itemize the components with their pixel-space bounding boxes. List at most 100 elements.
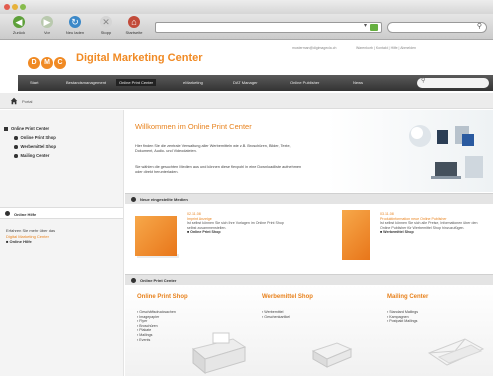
printer-illustration — [191, 332, 247, 375]
window-titlebar — [0, 0, 493, 14]
opc-col-print-shop-title[interactable]: Online Print Shop — [137, 294, 188, 300]
sidebar-item-mailing-center[interactable]: Mailing Center — [4, 153, 56, 162]
back-button[interactable]: ◀ Zurück — [6, 16, 32, 38]
main-navigation: Start Bestandsmanagement Online Print Ce… — [18, 75, 493, 91]
nav-item-online-print-center[interactable]: Online Print Center — [116, 79, 157, 86]
opc-col-mailing-title[interactable]: Mailing Center — [387, 294, 428, 300]
online-help-header: Online Hilfe — [0, 207, 123, 219]
opc-columns: Online Print Shop Geschäftsdrucksachen I… — [125, 285, 493, 376]
opc-header: Online Print Center — [125, 274, 493, 285]
new-media-title: Neue eingestellte Medien — [140, 197, 188, 202]
home-label: Startseite — [125, 30, 143, 35]
opc-col-werbemittel-title[interactable]: Werbemittel Shop — [262, 294, 313, 300]
browser-toolbar: ◀ Zurück ▶ Vor ↻ Neu laden ✕ Stopp ⌂ Sta… — [0, 14, 493, 40]
welcome-paragraph-2: Sie wählen die gesuchten Medien aus und … — [135, 165, 302, 174]
product-link[interactable]: ■ Online Print Shop — [187, 230, 287, 235]
usb-stick-illustration — [311, 342, 353, 368]
product-link-label: Werbemittel Shop — [383, 230, 414, 235]
refresh-label: Neu laden — [65, 30, 85, 35]
round-bullet-icon — [14, 145, 18, 149]
home-button[interactable]: ⌂ Startseite — [121, 16, 147, 38]
sidebar-item-online-print-shop[interactable]: Online Print Shop — [4, 135, 56, 144]
product-item-2: 03.11.08 Produktinformation neue Online … — [380, 212, 488, 235]
refresh-button[interactable]: ↻ Neu laden — [62, 16, 88, 38]
back-arrow-icon: ◀ — [13, 16, 25, 28]
opc-col-werbemittel-list: Werbemittel Geschenkartikel — [262, 310, 290, 319]
list-item[interactable]: Events — [137, 338, 176, 343]
opc-col-print-shop-list: Geschäftsdrucksachen Imagepapier Flyer B… — [137, 310, 176, 342]
online-help-body: Erfahren Sie mehr über das Digital Marke… — [6, 228, 55, 245]
list-item[interactable]: Standard Mailings — [387, 310, 418, 315]
welcome-title: Willkommen im Online Print Center — [135, 122, 252, 131]
sidebar-item-online-print-center[interactable]: Online Print Center — [4, 126, 56, 135]
refresh-icon: ↻ — [69, 16, 81, 28]
logo-text: Digital Marketing Center — [76, 52, 203, 64]
opc-col-mailing-list: Standard Mailings Kampagnen Postpakt Mai… — [387, 310, 418, 324]
search-icon: ⚲ — [476, 23, 482, 30]
sidebar-item-label: Online Print Shop — [20, 135, 56, 140]
site-header: DMC Digital Marketing Center musterman@d… — [0, 41, 493, 74]
breadcrumb: Portal — [0, 93, 493, 109]
logo-letter-c: C — [54, 57, 66, 69]
sidebar-item-label: Mailing Center — [20, 153, 50, 158]
stop-button[interactable]: ✕ Stopp — [93, 16, 119, 38]
search-icon: ⚲ — [421, 78, 426, 84]
opc-title: Online Print Center — [140, 278, 177, 283]
user-email: musterman@digimagecla.ch — [292, 46, 337, 50]
devices-illustration — [409, 125, 483, 179]
sidebar-item-label: Online Print Center — [11, 126, 50, 131]
logo-letter-m: M — [41, 57, 53, 69]
welcome-paragraph-1: Hier finden Sie die zentrale Verwaltung … — [135, 144, 291, 153]
nav-item-dat-manager[interactable]: DAT Manager — [233, 80, 258, 85]
product-thumbnail-2[interactable] — [342, 210, 370, 260]
forward-arrow-icon: ▶ — [41, 16, 53, 28]
url-input[interactable]: ▾ — [155, 22, 382, 33]
dropdown-icon[interactable]: ▾ — [364, 22, 367, 29]
nav-item-bestandsmanagement[interactable]: Bestandsmanagement — [66, 80, 106, 85]
nav-item-start[interactable]: Start — [30, 80, 38, 85]
list-item[interactable]: Geschäftsdrucksachen — [137, 310, 176, 315]
stop-label: Stopp — [100, 30, 112, 35]
welcome-panel: Willkommen im Online Print Center Hier f… — [125, 110, 493, 192]
online-help-more-link[interactable]: ■ Online Hilfe — [6, 239, 55, 245]
sidebar-item-werbemittel-shop[interactable]: Werbemittel Shop — [4, 144, 56, 153]
product-item-1: 02.11.08 Imprint Anzeige Ist selbst könn… — [187, 212, 287, 235]
sidebar-item-label: Werbemittel Shop — [20, 144, 57, 149]
product-desc: Ist selbst können Sie sich Ihre Vorlagen… — [187, 221, 284, 230]
site-search-input[interactable]: ⚲ — [417, 78, 489, 88]
nav-item-news[interactable]: News — [353, 80, 363, 85]
close-window-icon[interactable] — [4, 4, 10, 10]
back-label: Zurück — [12, 30, 26, 35]
header-links[interactable]: Warenkorb | Kontakt | Hilfe | Abmelden — [356, 46, 416, 50]
forward-button[interactable]: ▶ Vor — [34, 16, 60, 38]
logo[interactable]: DMC — [28, 51, 67, 69]
section-icon — [131, 197, 136, 202]
product-link[interactable]: ■ Werbemittel Shop — [380, 230, 488, 235]
go-icon[interactable] — [370, 24, 378, 31]
minimize-window-icon[interactable] — [12, 4, 18, 10]
sidebar-tree: Online Print Center Online Print Shop We… — [4, 126, 56, 162]
list-item[interactable]: Geschenkartikel — [262, 315, 290, 320]
new-media-panel: 02.11.08 Imprint Anzeige Ist selbst könn… — [125, 204, 493, 272]
browser-search-input[interactable]: ⚲ — [387, 22, 487, 33]
zoom-window-icon[interactable] — [20, 4, 26, 10]
online-help-text: Erfahren Sie mehr über das — [6, 228, 56, 233]
section-icon — [131, 278, 136, 283]
envelope-illustration — [427, 338, 485, 366]
list-item[interactable]: Postpakt Mailings — [387, 319, 418, 324]
logo-letter-d: D — [28, 57, 40, 69]
nav-item-emarketing[interactable]: eMarketing — [183, 80, 203, 85]
online-help-title: Online Hilfe — [14, 212, 37, 217]
stop-icon: ✕ — [100, 16, 112, 28]
product-desc: Ist selbst können Sie sich alle Preise, … — [380, 221, 478, 230]
round-bullet-icon — [14, 136, 18, 140]
product-thumbnail-1[interactable] — [135, 216, 177, 256]
new-media-header: Neue eingestellte Medien — [125, 193, 493, 204]
home-icon[interactable] — [10, 97, 18, 105]
square-bullet-icon — [4, 126, 8, 131]
breadcrumb-portal[interactable]: Portal — [22, 99, 32, 104]
product-link-label: Online Print Shop — [190, 230, 221, 235]
sidebar: Online Print Center Online Print Shop We… — [0, 110, 124, 376]
nav-item-online-publisher[interactable]: Online Publisher — [290, 80, 319, 85]
help-icon — [5, 211, 10, 216]
